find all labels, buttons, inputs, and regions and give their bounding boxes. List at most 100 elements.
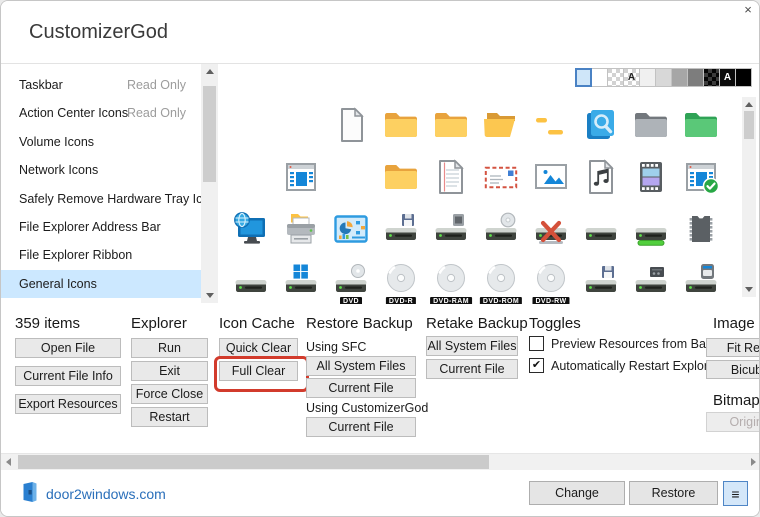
drive-battery-icon[interactable]	[626, 203, 676, 255]
drive-error-icon[interactable]	[526, 203, 576, 255]
sidebar-scrollbar-thumb[interactable]	[203, 86, 216, 182]
restart-button[interactable]: Restart	[131, 407, 208, 427]
folder-icon[interactable]	[426, 99, 476, 151]
dvd-drive-icon[interactable]: DVD	[326, 255, 376, 307]
memory-chip-icon[interactable]	[676, 203, 726, 255]
drive-icon[interactable]	[226, 255, 276, 307]
bicubic-button[interactable]: Bicubic	[706, 360, 759, 379]
sidebar-item-taskbar[interactable]: Taskbar Read Only	[1, 71, 201, 99]
sidebar-item-network-icons[interactable]: Network Icons	[1, 156, 201, 184]
airmail-envelope-icon[interactable]	[476, 151, 526, 203]
sidebar: Taskbar Read Only Action Center Icons Read …	[1, 64, 201, 303]
menu-button[interactable]: ≡	[723, 481, 748, 506]
drive-icon[interactable]	[576, 203, 626, 255]
full-clear-button[interactable]: Full Clear	[219, 361, 298, 381]
sidebar-item-safely-remove-hardware-tray-icon[interactable]: Safely Remove Hardware Tray Icon	[1, 185, 201, 213]
disc-icon[interactable]: DVD-ROM	[476, 255, 526, 307]
sidebar-item-file-explorer-ribbon[interactable]: File Explorer Ribbon	[1, 241, 201, 269]
export-resources-button[interactable]: Export Resources	[15, 394, 121, 414]
drive-device-icon[interactable]	[676, 255, 726, 307]
folder-green-icon[interactable]	[676, 99, 726, 151]
network-computer-icon[interactable]	[226, 203, 276, 255]
drive-cartridge-icon[interactable]	[626, 255, 676, 307]
swatch-gray-medium[interactable]	[671, 68, 688, 87]
current-file-info-button[interactable]: Current File Info	[15, 366, 121, 386]
swatch-black[interactable]	[735, 68, 752, 87]
retake-current-file-button[interactable]: Current File	[426, 359, 518, 379]
swatch-white[interactable]	[591, 68, 608, 87]
search-folder-icon[interactable]	[576, 99, 626, 151]
folder-icon[interactable]	[376, 99, 426, 151]
film-strip-icon[interactable]	[626, 151, 676, 203]
restore-button[interactable]: Restore	[629, 481, 718, 505]
scroll-right-icon[interactable]	[751, 458, 756, 466]
drive-disc-icon[interactable]	[476, 203, 526, 255]
fit-resiz-button[interactable]: Fit Resiz	[706, 338, 759, 357]
checkbox-unchecked-icon[interactable]	[529, 336, 544, 351]
picture-file-icon[interactable]	[526, 151, 576, 203]
moving-dashes-icon[interactable]	[526, 99, 576, 151]
disc-icon[interactable]: DVD-RAM	[426, 255, 476, 307]
scroll-down-icon[interactable]	[745, 287, 753, 292]
sidebar-item-file-explorer-address-bar[interactable]: File Explorer Address Bar	[1, 213, 201, 241]
horizontal-scrollbar-thumb[interactable]	[18, 455, 489, 469]
swatch-checker-light[interactable]	[607, 68, 624, 87]
drive-floppy-icon[interactable]	[376, 203, 426, 255]
door2windows-icon	[21, 482, 38, 505]
swatch-checker-letter[interactable]: A	[623, 68, 640, 87]
drive-floppy-standing-icon[interactable]	[576, 255, 626, 307]
blank-document-icon[interactable]	[326, 99, 376, 151]
preview-scrollbar-thumb[interactable]	[744, 111, 754, 139]
open-file-button[interactable]: Open File	[15, 338, 121, 358]
sidebar-scrollbar[interactable]	[201, 64, 218, 303]
all-system-files-sfc-button[interactable]: All System Files	[306, 356, 416, 376]
swatch-gray-lightest[interactable]	[639, 68, 656, 87]
empty-cell	[276, 99, 326, 151]
swatch-gray-light[interactable]	[655, 68, 672, 87]
change-button[interactable]: Change	[529, 481, 625, 505]
scroll-up-icon[interactable]	[205, 69, 214, 74]
program-window-icon[interactable]	[276, 151, 326, 203]
sidebar-item-volume-icons[interactable]: Volume Icons	[1, 128, 201, 156]
close-button[interactable]: ×	[740, 1, 756, 17]
swatch-checker-dark[interactable]	[703, 68, 720, 87]
printer-folder-icon[interactable]	[276, 203, 326, 255]
disc-icon[interactable]: DVD-RW	[526, 255, 576, 307]
preview-scrollbar[interactable]	[742, 97, 756, 297]
automatically-restart-explorer-checkbox[interactable]: ✔ Automatically Restart Explorer	[529, 358, 719, 373]
website-link[interactable]: door2windows.com	[21, 482, 166, 505]
bitmap-format-heading: Bitmap F	[713, 392, 760, 409]
swatch-gray-dark[interactable]	[687, 68, 704, 87]
force-close-button[interactable]: Force Close	[131, 384, 208, 404]
drive-windows-icon[interactable]	[276, 255, 326, 307]
preview-resources-from-backup-checkbox[interactable]: Preview Resources from Backup	[529, 336, 732, 351]
sidebar-item-action-center-icons[interactable]: Action Center Icons Read Only	[1, 99, 201, 127]
empty-cell	[326, 151, 376, 203]
quick-clear-button[interactable]: Quick Clear	[219, 338, 298, 358]
music-document-icon[interactable]	[576, 151, 626, 203]
drive-removable-icon[interactable]	[426, 203, 476, 255]
scroll-left-icon[interactable]	[6, 458, 11, 466]
checkbox-checked-icon[interactable]: ✔	[529, 358, 544, 373]
horizontal-scrollbar[interactable]	[1, 453, 759, 470]
sidebar-item-general-icons[interactable]: General Icons	[1, 269, 201, 298]
folder-icon[interactable]	[376, 151, 426, 203]
exit-button[interactable]: Exit	[131, 361, 208, 381]
retake-all-system-files-button[interactable]: All System Files	[426, 336, 518, 356]
title-bar: CustomizerGod ×	[1, 1, 759, 64]
swatch-black-letter[interactable]: A	[719, 68, 736, 87]
folder-open-icon[interactable]	[476, 99, 526, 151]
current-file-sfc-button[interactable]: Current File	[306, 378, 416, 398]
scroll-down-icon[interactable]	[205, 293, 214, 298]
swatch-light-blue[interactable]	[575, 68, 592, 87]
run-button[interactable]: Run	[131, 338, 208, 358]
folder-gray-icon[interactable]	[626, 99, 676, 151]
disc-icon[interactable]: DVD-R	[376, 255, 426, 307]
program-check-icon[interactable]	[676, 151, 726, 203]
read-only-badge: Read Only	[126, 106, 186, 121]
control-panel-icon[interactable]	[326, 203, 376, 255]
current-file-customizergod-button[interactable]: Current File	[306, 417, 416, 437]
notepad-document-icon[interactable]	[426, 151, 476, 203]
close-icon: ×	[744, 1, 752, 17]
scroll-up-icon[interactable]	[745, 102, 753, 107]
